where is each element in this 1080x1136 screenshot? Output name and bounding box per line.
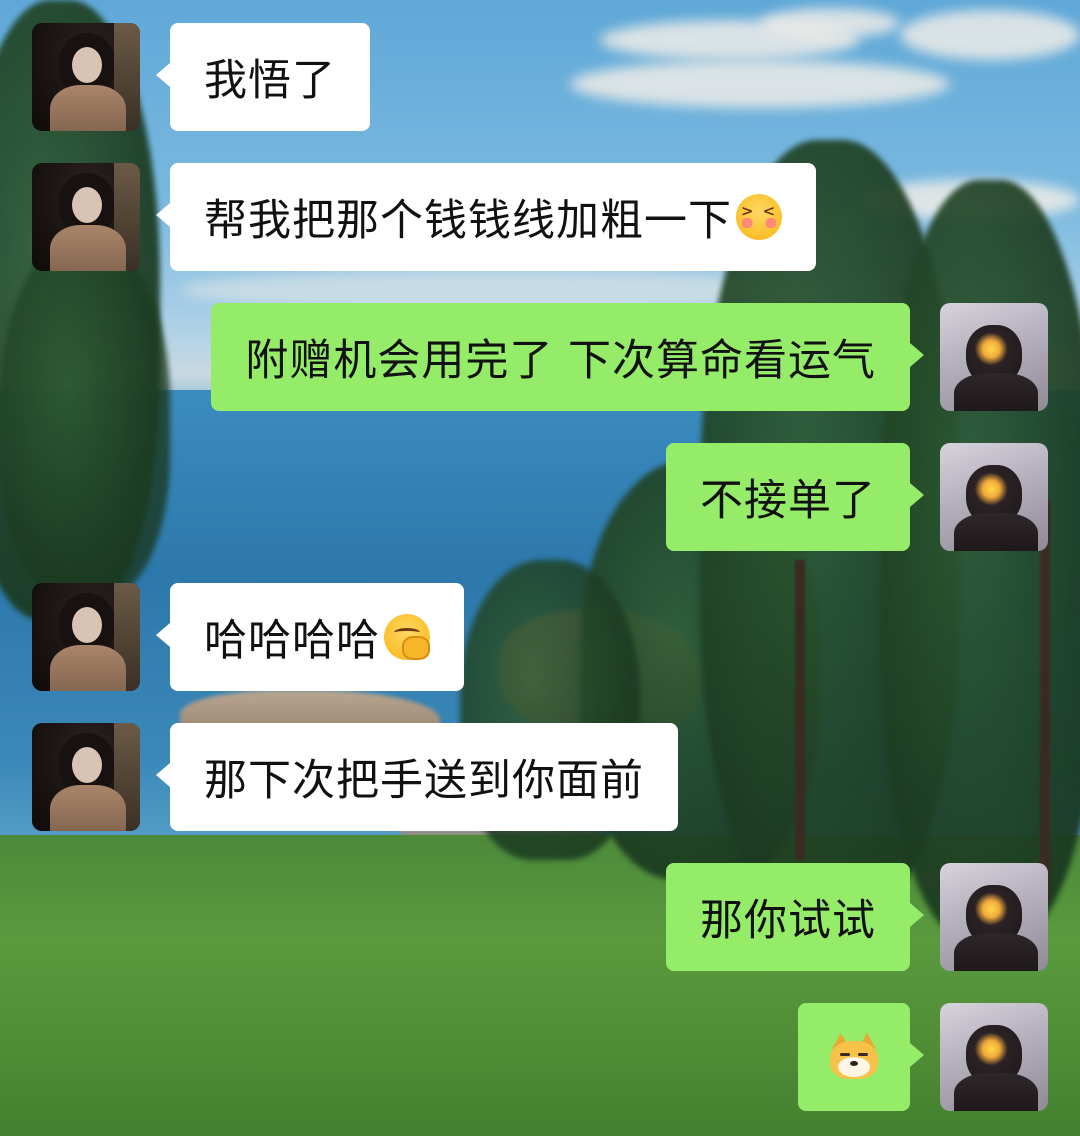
incoming-message-bubble[interactable]: 帮我把那个钱钱线加粗一下 [156, 163, 816, 271]
contact-avatar[interactable] [32, 23, 140, 131]
incoming-message-bubble[interactable]: 我悟了 [156, 23, 370, 131]
message-row: 附赠机会用完了 下次算命看运气 [0, 303, 1080, 411]
message-row: 我悟了 [0, 23, 1080, 131]
message-row: 帮我把那个钱钱线加粗一下 [0, 163, 1080, 271]
my-avatar[interactable] [940, 863, 1048, 971]
message-text: 我悟了 [204, 56, 336, 106]
message-text: 不接单了 [700, 476, 876, 526]
my-avatar[interactable] [940, 1003, 1048, 1111]
message-text: 哈哈哈哈 [204, 616, 380, 666]
message-row: 那下次把手送到你面前 [0, 723, 1080, 831]
shy-face-emoji-icon [736, 194, 782, 240]
message-row [0, 1003, 1080, 1111]
contact-avatar[interactable] [32, 723, 140, 831]
chat-message-list[interactable]: 我悟了 帮我把那个钱钱线加粗一下 附赠机会用完了 下次算命看运气 不接单了 哈哈… [0, 0, 1080, 1136]
message-text: 附赠机会用完了 下次算命看运气 [245, 336, 876, 386]
my-avatar[interactable] [940, 443, 1048, 551]
outgoing-message-bubble[interactable]: 附赠机会用完了 下次算命看运气 [211, 303, 924, 411]
message-row: 那你试试 [0, 863, 1080, 971]
hand-over-mouth-emoji-icon [384, 614, 430, 660]
incoming-message-bubble[interactable]: 哈哈哈哈 [156, 583, 464, 691]
contact-avatar[interactable] [32, 163, 140, 271]
message-row: 不接单了 [0, 443, 1080, 551]
message-text: 那你试试 [700, 896, 876, 946]
doge-emoji-icon [828, 1033, 880, 1081]
outgoing-message-bubble[interactable]: 那你试试 [666, 863, 924, 971]
message-row: 哈哈哈哈 [0, 583, 1080, 691]
message-text: 那下次把手送到你面前 [204, 756, 644, 806]
incoming-message-bubble[interactable]: 那下次把手送到你面前 [156, 723, 678, 831]
my-avatar[interactable] [940, 303, 1048, 411]
contact-avatar[interactable] [32, 583, 140, 691]
outgoing-message-bubble[interactable] [798, 1003, 924, 1111]
outgoing-message-bubble[interactable]: 不接单了 [666, 443, 924, 551]
message-text: 帮我把那个钱钱线加粗一下 [204, 196, 732, 246]
